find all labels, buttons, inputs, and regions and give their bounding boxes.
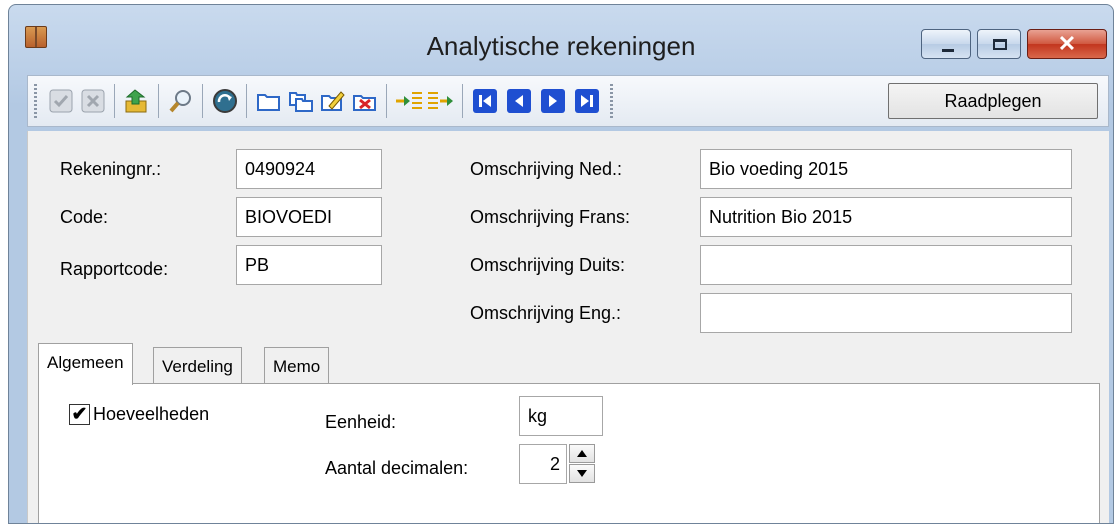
folder-icon (257, 94, 280, 111)
toolbar-grip[interactable] (34, 84, 37, 118)
toolbar-separator (202, 84, 203, 118)
previous-record-button[interactable] (504, 86, 534, 116)
copy-icon (289, 92, 313, 112)
move-out-button[interactable] (426, 86, 456, 116)
next-record-icon (541, 89, 565, 113)
next-record-button[interactable] (538, 86, 568, 116)
tab-memo[interactable]: Memo (264, 347, 330, 383)
code-field[interactable]: BIOVOEDI (236, 197, 382, 237)
description-fr-field[interactable]: Nutrition Bio 2015 (700, 197, 1072, 237)
application-window: Analytische rekeningen ✕ Raadplegen Reke… (8, 4, 1114, 524)
report-code-field[interactable]: PB (236, 245, 382, 285)
arrow-down-icon (577, 470, 587, 477)
move-out-icon (428, 92, 453, 109)
delete-button[interactable] (350, 86, 380, 116)
export-icon (125, 89, 147, 113)
account-number-field[interactable]: 0490924 (236, 149, 382, 189)
move-in-icon (396, 92, 422, 109)
mode-button[interactable]: Raadplegen (888, 83, 1098, 119)
description-en-label: Omschrijving Eng.: (470, 303, 622, 323)
search-icon (169, 90, 191, 113)
decimals-spinner[interactable] (569, 444, 595, 484)
close-icon: ✕ (1057, 31, 1077, 56)
description-de-field[interactable] (700, 245, 1072, 285)
description-nl-label: Omschrijving Ned.: (470, 159, 623, 179)
description-fr-label: Omschrijving Frans: (470, 207, 631, 227)
toolbar-grip[interactable] (610, 84, 613, 118)
description-nl-field[interactable]: Bio voeding 2015 (700, 149, 1072, 189)
tab-verdeling[interactable]: Verdeling (153, 347, 242, 383)
confirm-button[interactable] (46, 86, 76, 116)
edit-icon (321, 91, 345, 111)
unit-label: Eenheid: (325, 412, 397, 432)
description-de-label: Omschrijving Duits: (470, 255, 626, 275)
move-in-button[interactable] (394, 86, 424, 116)
close-button[interactable]: ✕ (1027, 29, 1107, 59)
toolbar-separator (246, 84, 247, 118)
toolbar-separator (158, 84, 159, 118)
quantities-checkbox[interactable]: ✔ (69, 404, 90, 425)
edit-button[interactable] (318, 86, 348, 116)
toolbar-separator (114, 84, 115, 118)
decimals-label: Aantal decimalen: (325, 458, 469, 478)
toolbar-separator (462, 84, 463, 118)
copy-button[interactable] (286, 86, 316, 116)
previous-record-icon (507, 89, 531, 113)
refresh-icon (213, 89, 237, 113)
delete-icon (353, 95, 376, 111)
code-label: Code: (60, 207, 109, 227)
first-record-button[interactable] (470, 86, 500, 116)
toolbar-separator (386, 84, 387, 118)
quantities-label[interactable]: Hoeveelheden (93, 404, 209, 425)
maximize-icon (993, 39, 1007, 50)
search-button[interactable] (166, 86, 196, 116)
tab-algemeen[interactable]: Algemeen (38, 343, 133, 385)
refresh-button[interactable] (210, 86, 240, 116)
maximize-button[interactable] (977, 29, 1021, 59)
open-folder-button[interactable] (254, 86, 284, 116)
minimize-icon (942, 49, 954, 52)
export-button[interactable] (122, 86, 152, 116)
description-en-field[interactable] (700, 293, 1072, 333)
cancel-button[interactable] (78, 86, 108, 116)
arrow-up-icon (577, 450, 587, 457)
unit-field[interactable]: kg (519, 396, 603, 436)
title-bar[interactable]: Analytische rekeningen ✕ (9, 5, 1113, 69)
confirm-icon (49, 89, 73, 113)
first-record-icon (473, 89, 497, 113)
cancel-icon (81, 89, 105, 113)
last-record-icon (575, 89, 599, 113)
report-code-label: Rapportcode: (60, 259, 169, 279)
record-form: Rekeningnr.: 0490924 Code: BIOVOEDI Rapp… (27, 131, 1109, 523)
account-number-label: Rekeningnr.: (60, 159, 162, 179)
last-record-button[interactable] (572, 86, 602, 116)
toolbar: Raadplegen (27, 75, 1109, 127)
decimals-field[interactable]: 2 (519, 444, 567, 484)
spin-up-button[interactable] (569, 444, 595, 463)
spin-down-button[interactable] (569, 464, 595, 483)
minimize-button[interactable] (921, 29, 971, 59)
tab-page-general: ✔ Hoeveelheden Eenheid: kg Aantal decima… (38, 383, 1100, 523)
